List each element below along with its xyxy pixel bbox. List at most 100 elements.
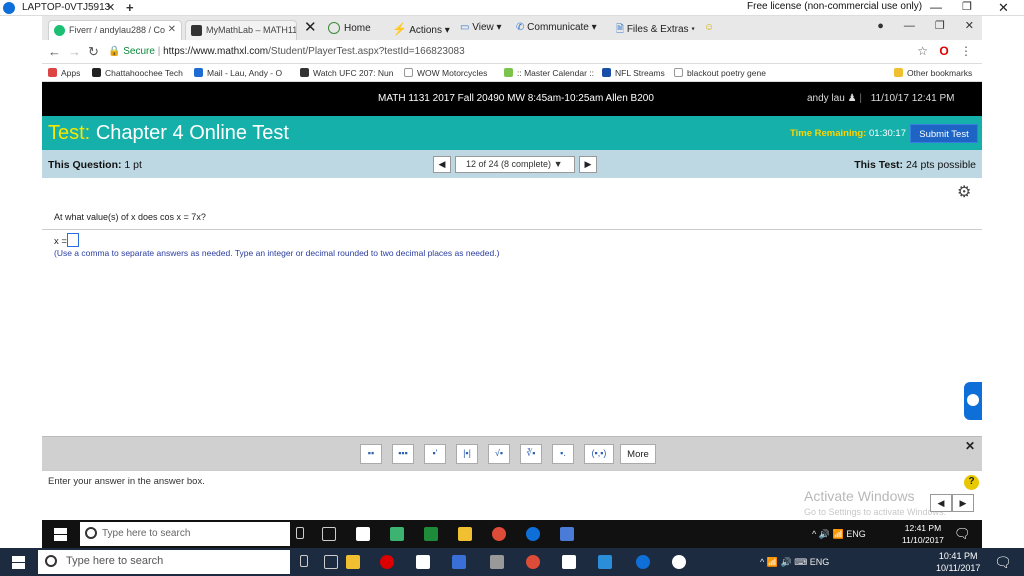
- store-icon[interactable]: [356, 527, 370, 541]
- notification-icon[interactable]: 🗨: [994, 554, 1012, 571]
- keyboard-icon[interactable]: ⌨: [794, 557, 807, 567]
- task-view-icon[interactable]: [324, 555, 338, 569]
- microphone-icon[interactable]: [296, 527, 304, 539]
- new-session-icon[interactable]: +: [126, 0, 134, 15]
- restore-icon[interactable]: ❐: [962, 0, 972, 13]
- time-remaining[interactable]: Time Remaining: 01:30:17: [790, 128, 906, 139]
- star-icon[interactable]: ☆: [917, 44, 928, 58]
- steam-icon[interactable]: [416, 555, 430, 569]
- windows-start-icon[interactable]: [12, 556, 25, 569]
- ordered-pair-button[interactable]: (▪,▪): [584, 444, 614, 464]
- bookmark-mail[interactable]: Mail - Lau, Andy - O: [194, 68, 282, 78]
- nth-root-button[interactable]: ∛▪: [520, 444, 542, 464]
- notification-icon[interactable]: 🗨: [954, 526, 971, 542]
- settings-gear-icon[interactable]: ⚙: [957, 182, 971, 202]
- bookmark-ufc[interactable]: Watch UFC 207: Nun: [300, 68, 393, 78]
- mixed-number-button[interactable]: ▪▪▪: [392, 444, 414, 464]
- help-button[interactable]: ?: [964, 475, 979, 490]
- favorite-star-icon[interactable]: ☆: [88, 1, 98, 14]
- network-icon[interactable]: 📶: [832, 529, 843, 539]
- chrome-window-controls: ● — ❐ ✕: [857, 19, 974, 32]
- file-explorer-icon[interactable]: [346, 555, 360, 569]
- network-icon[interactable]: 📶: [767, 557, 778, 567]
- local-search-box[interactable]: Type here to search: [38, 550, 290, 574]
- back-icon[interactable]: ←: [48, 44, 61, 59]
- next-question-button[interactable]: ▶: [579, 156, 597, 173]
- app-icon[interactable]: [560, 527, 574, 541]
- tab-mymathlab[interactable]: MyMathLab – MATH113: [185, 20, 297, 40]
- bookmark-apps[interactable]: Apps: [48, 68, 80, 78]
- chrome-icon[interactable]: [526, 555, 540, 569]
- minimize-icon[interactable]: —: [904, 20, 915, 32]
- opera-icon[interactable]: [380, 555, 394, 569]
- smiley-icon[interactable]: ☺: [704, 22, 714, 33]
- opera-icon[interactable]: O: [939, 44, 948, 58]
- side-panel-tab[interactable]: [964, 382, 982, 420]
- windows-start-icon[interactable]: [54, 528, 67, 541]
- app-icon[interactable]: [390, 527, 404, 541]
- close-window-icon[interactable]: ✕: [998, 0, 1009, 16]
- close-icon[interactable]: ✕: [965, 20, 974, 32]
- bookmark-other[interactable]: Other bookmarks: [894, 68, 972, 78]
- fraction-button[interactable]: ▪▪: [360, 444, 382, 464]
- tab-close-icon[interactable]: ✕: [168, 24, 176, 35]
- user-name[interactable]: andy lau: [807, 93, 845, 104]
- bookmark-poetry[interactable]: blackout poetry gene: [674, 68, 766, 78]
- volume-icon[interactable]: 🔊: [819, 529, 830, 539]
- language-indicator[interactable]: ENG: [846, 529, 866, 539]
- address-bar: ← → ↻ 🔒 Secure | https://www.mathxl.com/…: [42, 40, 982, 64]
- app-icon[interactable]: [490, 555, 504, 569]
- microphone-icon[interactable]: [300, 555, 308, 567]
- files-extras-menu[interactable]: 🗎 Files & Extras ▾: [616, 22, 695, 39]
- teamviewer-icon[interactable]: [636, 555, 650, 569]
- remote-search-box[interactable]: Type here to search: [80, 522, 290, 546]
- app-icon[interactable]: [672, 555, 686, 569]
- volume-icon[interactable]: 🔊: [780, 557, 791, 567]
- file-explorer-icon[interactable]: [458, 527, 472, 541]
- question-select-dropdown[interactable]: 12 of 24 (8 complete) ▼: [455, 156, 575, 173]
- more-button[interactable]: More: [620, 444, 656, 464]
- absolute-value-button[interactable]: |▪|: [456, 444, 478, 464]
- close-palette-icon[interactable]: ✕: [965, 439, 975, 453]
- previous-question-button[interactable]: ◀: [433, 156, 451, 173]
- tray-chevron-icon[interactable]: ^: [760, 557, 764, 567]
- view-menu[interactable]: ▭ View ▾: [460, 22, 502, 33]
- excel-icon[interactable]: [424, 527, 438, 541]
- task-view-icon[interactable]: [322, 527, 336, 541]
- chrome-icon[interactable]: [492, 527, 506, 541]
- home-button[interactable]: Home: [328, 22, 371, 34]
- scroll-left-icon[interactable]: ◀: [930, 494, 952, 512]
- bookmark-chattahoochee[interactable]: Chattahoochee Tech: [92, 68, 183, 78]
- tray-chevron-icon[interactable]: ^: [812, 529, 816, 539]
- square-root-button[interactable]: √▪: [488, 444, 510, 464]
- language-indicator[interactable]: ENG: [810, 557, 830, 567]
- restore-icon[interactable]: ❐: [935, 20, 945, 32]
- communicate-menu[interactable]: ✆ Communicate ▾: [516, 22, 597, 33]
- local-clock[interactable]: 10:41 PM 10/11/2017: [936, 550, 980, 574]
- teamviewer-icon[interactable]: [526, 527, 540, 541]
- app-icon[interactable]: [452, 555, 466, 569]
- app-icon[interactable]: [562, 555, 576, 569]
- reload-icon[interactable]: ↻: [88, 44, 99, 60]
- scroll-right-icon[interactable]: ▶: [952, 494, 974, 512]
- decimal-button[interactable]: ▪.: [552, 444, 574, 464]
- profile-icon[interactable]: ●: [877, 20, 884, 32]
- menu-icon[interactable]: ⋮: [960, 44, 972, 58]
- bookmarks-bar: Apps Chattahoochee Tech Mail - Lau, Andy…: [42, 64, 982, 82]
- app-icon[interactable]: [598, 555, 612, 569]
- bookmark-nfl[interactable]: NFL Streams: [602, 68, 665, 78]
- exponent-button[interactable]: ▪': [424, 444, 446, 464]
- minimize-icon[interactable]: —: [930, 0, 942, 14]
- toolbar-close-icon[interactable]: ✕: [304, 18, 317, 36]
- bookmark-wow[interactable]: WOW Motorcycles: [404, 68, 487, 78]
- url-input[interactable]: 🔒 Secure | https://www.mathxl.com/Studen…: [108, 43, 708, 61]
- actions-menu[interactable]: ⚡ Actions ▾: [392, 22, 450, 36]
- activate-windows-subtext: Go to Settings to activate Windows.: [804, 507, 947, 517]
- bookmark-calendar[interactable]: :: Master Calendar ::: [504, 68, 594, 78]
- answer-input[interactable]: [67, 233, 79, 247]
- forward-icon[interactable]: →: [68, 44, 81, 59]
- remote-clock[interactable]: 12:41 PM 11/10/2017: [902, 522, 944, 546]
- submit-test-button[interactable]: Submit Test: [910, 124, 978, 143]
- close-session-icon[interactable]: ✕: [106, 1, 115, 14]
- tab-fiverr[interactable]: Fiverr / andylau288 / Co ✕: [48, 20, 182, 40]
